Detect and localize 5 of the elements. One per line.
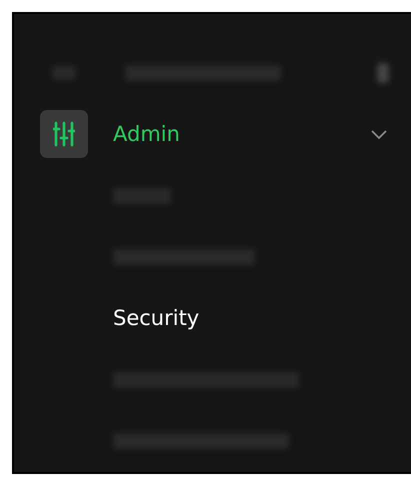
sliders-icon (53, 121, 75, 148)
sidebar-item[interactable]: Admin (113, 122, 180, 146)
submenu-item[interactable]: Security (113, 306, 200, 330)
icon-tile[interactable] (40, 110, 88, 158)
blurred-icon (377, 62, 389, 83)
